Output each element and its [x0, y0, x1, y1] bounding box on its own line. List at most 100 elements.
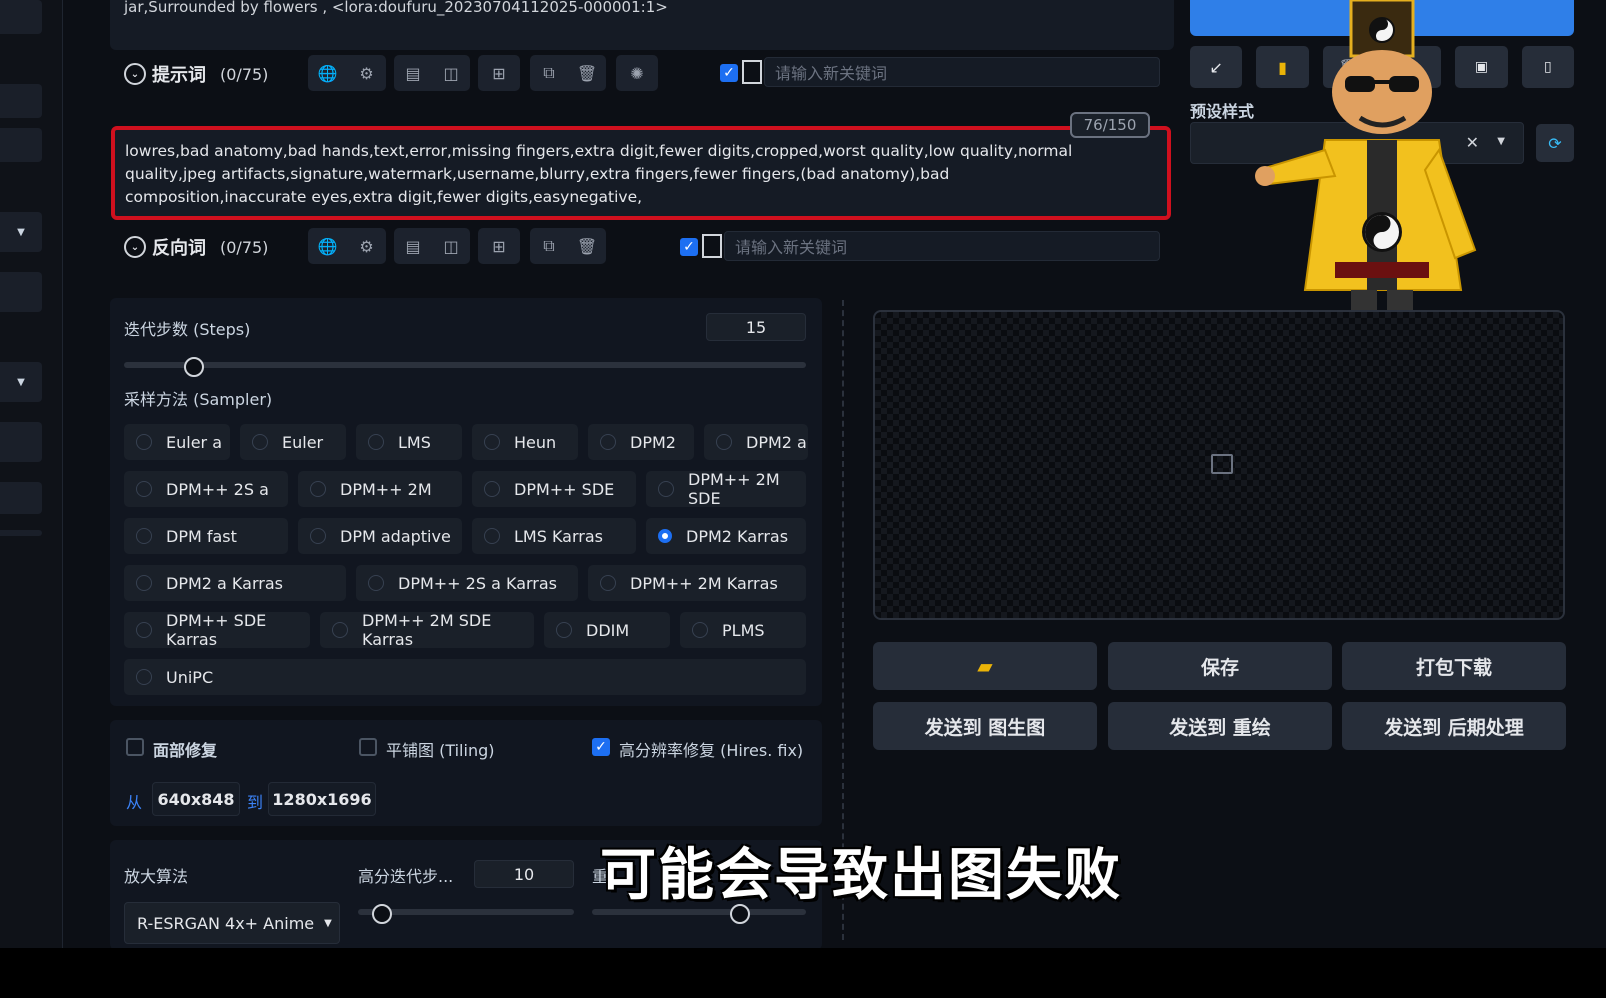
sampler-option[interactable]: DPM++ SDE Karras [124, 611, 310, 649]
steps-number-input[interactable]: 15 [706, 313, 806, 341]
refresh-icon[interactable]: ⟳ [1536, 124, 1574, 162]
paste-arrow-icon[interactable]: ↙ [1190, 46, 1243, 88]
new-keyword-input[interactable]: 请输入新关键词 [764, 57, 1160, 87]
negative-prompt-textarea[interactable]: lowres,bad anatomy,bad hands,text,error,… [111, 126, 1171, 220]
tiling-checkbox[interactable] [359, 738, 377, 756]
negative-toolbar: ⌄ 反向词 (0/75) [124, 225, 268, 269]
openai-icon[interactable]: ✺ [626, 62, 648, 84]
radio-dot-icon [600, 434, 616, 450]
sampler-option[interactable]: DPM++ 2M SDE [646, 470, 806, 508]
sampler-option[interactable]: Euler [240, 424, 346, 460]
sampler-option[interactable]: DPM++ 2M SDE Karras [320, 611, 534, 649]
sampler-option[interactable]: Euler a [124, 424, 230, 460]
sampler-option[interactable]: DPM2 a Karras [124, 565, 346, 601]
prompt-label: 提示词 [152, 65, 206, 86]
sampler-option[interactable]: DPM++ 2S a Karras [356, 565, 578, 601]
sampler-option[interactable]: DPM adaptive [298, 518, 462, 554]
sampler-option[interactable]: DPM fast [124, 518, 288, 554]
keyword-enable-checkbox[interactable]: ✓ [680, 238, 698, 256]
open-folder-button[interactable]: ▰ [873, 642, 1097, 690]
sampler-option[interactable]: DPM2 [588, 424, 694, 460]
translate-globe-icon[interactable]: 🌐 [317, 62, 339, 84]
bookmark-icon[interactable]: ◫ [440, 235, 462, 257]
sampler-option[interactable]: DPM++ 2S a [124, 471, 288, 507]
sampler-option[interactable]: UniPC [124, 659, 806, 695]
sampler-option-label: DPM++ 2M [340, 479, 432, 499]
video-subtitle: 可能会导致出图失败 [600, 843, 1122, 908]
dropdown-caret-icon[interactable]: ▼ [0, 212, 42, 252]
sampler-option[interactable]: LMS Karras [472, 518, 636, 554]
apply-style-icon[interactable]: ▯ [1521, 46, 1574, 88]
radio-dot-icon [484, 528, 500, 544]
sampler-option[interactable]: LMS [356, 424, 462, 460]
sampler-option-label: DPM2 a [746, 432, 807, 452]
settings-gear-icon[interactable]: ⚙ [356, 62, 378, 84]
face-restore-label: 面部修复 [153, 741, 218, 760]
hires-steps-label: 高分迭代步... [358, 867, 454, 886]
keyword-enable-checkbox[interactable]: ✓ [720, 64, 738, 82]
sampler-option[interactable]: DDIM [544, 612, 670, 648]
copy-icon[interactable]: ⧉ [538, 235, 560, 257]
new-keyword-input[interactable]: 请输入新关键词 [724, 231, 1160, 261]
hires-steps-input[interactable]: 10 [474, 860, 574, 888]
sidebar-button[interactable] [0, 422, 42, 462]
hires-steps-slider-thumb[interactable] [372, 904, 392, 924]
sampler-option[interactable]: Heun [472, 424, 578, 460]
sampler-option-label: DPM++ 2M SDE Karras [362, 611, 492, 649]
copy-icon[interactable]: ⧉ [538, 62, 560, 84]
radio-dot-icon [484, 481, 500, 497]
trash-icon[interactable]: 🗑 [576, 62, 598, 84]
upscaler-select[interactable]: R-ESRGAN 4x+ Anime ▼ [124, 902, 340, 944]
letterbox-bar [0, 948, 1606, 998]
history-icon[interactable]: ▤ [402, 62, 424, 84]
output-image-preview[interactable] [873, 310, 1565, 620]
toolbar-group: ✺ [616, 55, 658, 91]
sampler-option[interactable]: DPM2 a [704, 424, 808, 460]
radio-dot-icon [332, 622, 348, 638]
trash-icon[interactable]: 🗑 [576, 235, 598, 257]
sampler-option[interactable]: DPM++ 2M Karras [588, 565, 806, 601]
radio-dot-icon [484, 434, 500, 450]
translate-globe-icon[interactable]: 🌐 [317, 235, 339, 257]
sampler-option-label: DPM2 [630, 432, 676, 452]
settings-gear-icon[interactable]: ⚙ [356, 235, 378, 257]
sampler-option-label: DPM++ 2S a [166, 479, 269, 499]
save-button[interactable]: 保存 [1108, 642, 1332, 690]
send-to-img2img-button[interactable]: 发送到 图生图 [873, 702, 1097, 750]
negative-toggle[interactable]: ⌄ 反向词 (0/75) [124, 234, 268, 260]
radio-dot-icon [600, 575, 616, 591]
face-restore-checkbox[interactable] [126, 738, 144, 756]
sidebar-button[interactable] [0, 84, 42, 118]
send-to-extras-button[interactable]: 发送到 后期处理 [1342, 702, 1566, 750]
sidebar-button[interactable] [0, 0, 42, 34]
sampler-option[interactable]: PLMS [680, 612, 806, 648]
sampler-option-label: LMS [398, 432, 431, 452]
resize-to-value: 1280x1696 [268, 782, 376, 816]
steps-slider-track[interactable] [124, 362, 806, 368]
hires-fix-label: 高分辨率修复 (Hires. fix) [619, 741, 804, 760]
sampler-option[interactable]: DPM++ SDE [472, 471, 636, 507]
radio-dot-icon [136, 434, 152, 450]
toolbar-group: ▤ ◫ [394, 55, 470, 91]
resize-from-label: 从 [126, 793, 143, 812]
negative-token-count: (0/75) [220, 237, 269, 257]
sidebar-button[interactable] [0, 272, 42, 312]
sampler-option[interactable]: DPM++ 2M [298, 471, 462, 507]
prompt-textarea[interactable]: jar,Surrounded by flowers , <lora:doufur… [110, 0, 1174, 50]
zip-download-button[interactable]: 打包下载 [1342, 642, 1566, 690]
toolbar-group: 🌐 ⚙ [308, 228, 386, 264]
bookmark-icon[interactable]: ◫ [440, 62, 462, 84]
hires-fix-checkbox[interactable]: ✓ [592, 738, 610, 756]
translate-ab-icon[interactable]: ⊞ [488, 62, 510, 84]
send-to-inpaint-button[interactable]: 发送到 重绘 [1108, 702, 1332, 750]
sidebar-button[interactable] [0, 482, 42, 514]
history-icon[interactable]: ▤ [402, 235, 424, 257]
upscaler-value: R-ESRGAN 4x+ Anime [137, 913, 315, 933]
sidebar-button[interactable] [0, 128, 42, 162]
sampler-option[interactable]: DPM2 Karras [646, 518, 806, 554]
prompt-toggle[interactable]: ⌄ 提示词 (0/75) [124, 61, 268, 87]
dropdown-caret-icon[interactable]: ▼ [0, 362, 42, 402]
prompt-token-count: (0/75) [220, 64, 269, 84]
sampler-option-label: Euler a [166, 432, 223, 452]
translate-ab-icon[interactable]: ⊞ [488, 235, 510, 257]
